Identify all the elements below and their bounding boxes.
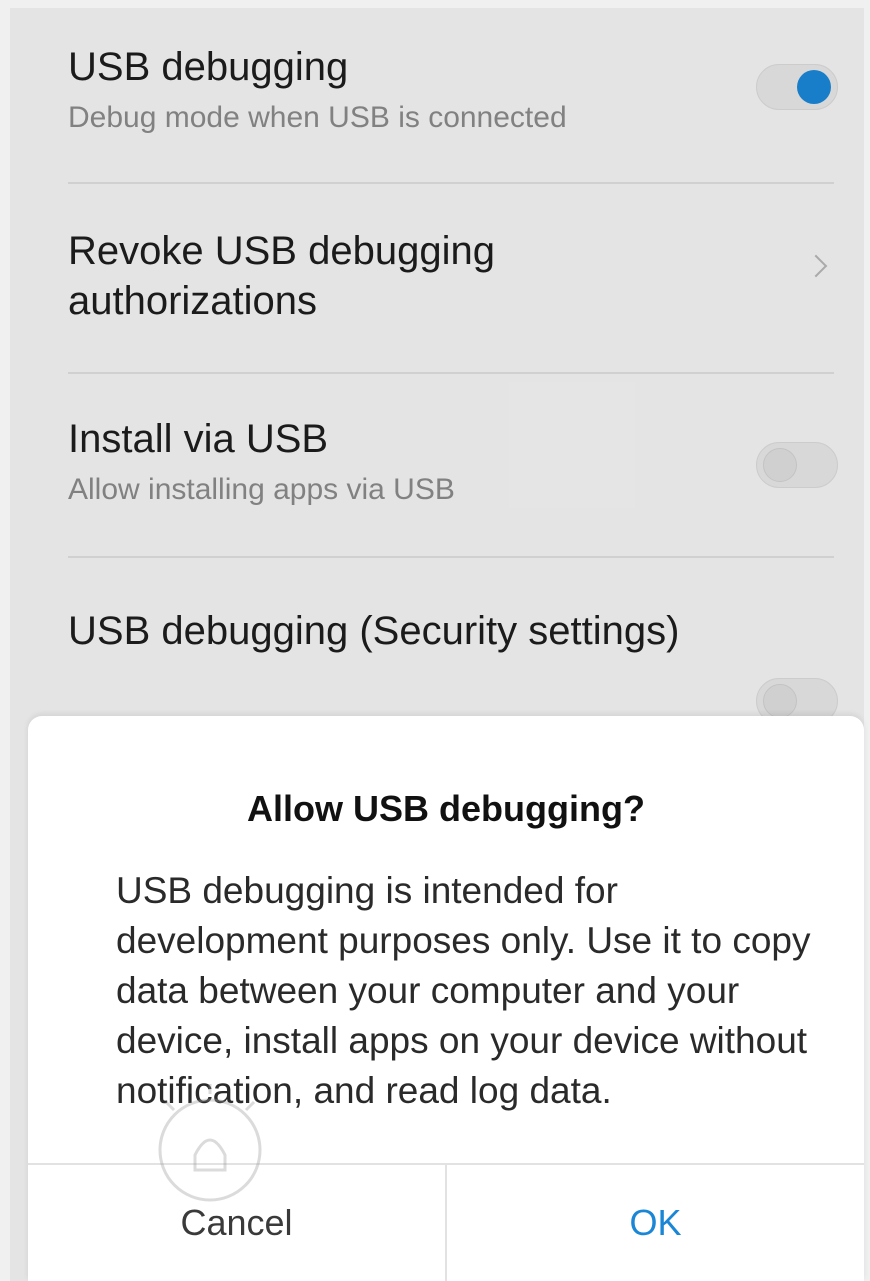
- dialog-title: Allow USB debugging?: [247, 788, 645, 829]
- dialog-button-bar: Cancel OK: [28, 1163, 864, 1281]
- ok-button[interactable]: OK: [447, 1165, 864, 1281]
- allow-usb-debugging-dialog: Allow USB debugging? USB debugging is in…: [28, 716, 864, 1281]
- dialog-message: USB debugging is intended for developmen…: [116, 870, 811, 1111]
- settings-screen: USB debugging Debug mode when USB is con…: [0, 0, 870, 1281]
- cancel-button[interactable]: Cancel: [28, 1165, 447, 1281]
